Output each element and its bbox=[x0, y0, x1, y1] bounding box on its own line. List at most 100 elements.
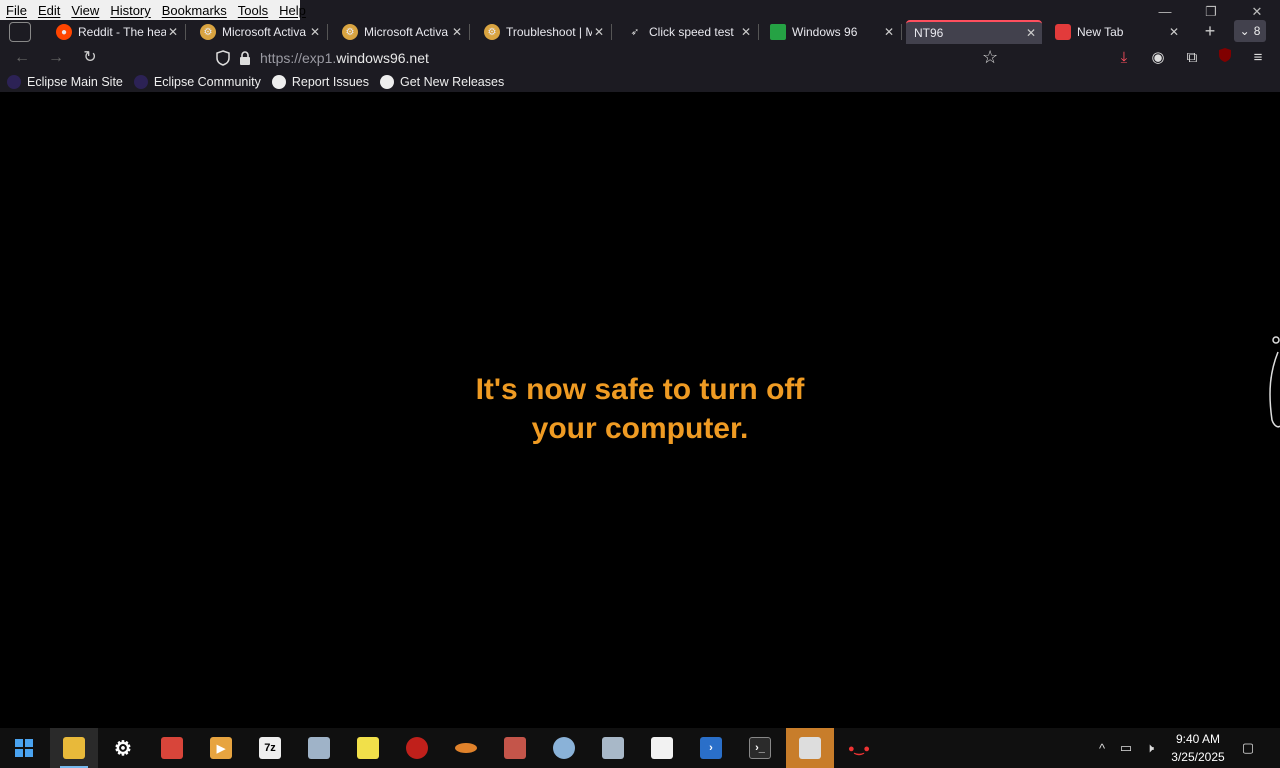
gear-icon: ⚙ bbox=[484, 24, 500, 40]
tab-microsoft-activation-1[interactable]: ⚙ Microsoft Activa ✕ bbox=[194, 20, 328, 44]
close-window-button[interactable]: ✕ bbox=[1234, 4, 1280, 20]
taskbar-app-red[interactable] bbox=[148, 728, 196, 768]
chevron-down-icon: ⌄ bbox=[1239, 24, 1250, 38]
close-icon[interactable]: ✕ bbox=[592, 25, 606, 39]
tab-title: Microsoft Activa bbox=[222, 25, 307, 39]
start-button[interactable] bbox=[0, 728, 48, 768]
tab-windows96[interactable]: Windows 96 ✕ bbox=[764, 20, 902, 44]
tab-count: 8 bbox=[1253, 24, 1261, 38]
tab-title: Microsoft Activa bbox=[364, 25, 449, 39]
new-tab-button[interactable]: + bbox=[1199, 21, 1221, 43]
bookmark-label: Report Issues bbox=[291, 74, 369, 89]
fish-icon bbox=[455, 743, 477, 753]
ublock-icon[interactable] bbox=[1213, 47, 1237, 71]
taskbar: ⚙ ▶ 7z › ›_ ●‿● ^ ▭ 🕨 9:40 AM 3/25/2025 … bbox=[0, 728, 1280, 768]
bookmark-star-icon[interactable]: ☆ bbox=[982, 47, 998, 68]
taskbar-app-crab[interactable] bbox=[491, 728, 539, 768]
red-ball-icon bbox=[406, 737, 428, 759]
settings-icon: ⚙ bbox=[114, 737, 132, 760]
bookmark-eclipse-community[interactable]: Eclipse Community bbox=[133, 74, 261, 89]
lock-icon[interactable] bbox=[238, 50, 252, 66]
network-icon[interactable]: ▭ bbox=[1116, 728, 1136, 768]
taskbar-file-explorer[interactable] bbox=[50, 728, 98, 768]
close-icon[interactable]: ✕ bbox=[1167, 25, 1181, 39]
bookmarks-toolbar: Eclipse Main Site Eclipse Community Repo… bbox=[0, 71, 1280, 92]
menu-file[interactable]: File bbox=[0, 3, 32, 18]
navigation-bar: ← → ↻ https://exp1. windows96.net ☆ ⤓ ◉ ⧉… bbox=[0, 44, 1280, 71]
cursor-icon: ➶ bbox=[630, 26, 640, 38]
notifications-icon[interactable]: ▢ bbox=[1236, 728, 1260, 768]
tab-click-speed-test[interactable]: ➶ Click speed test ✕ bbox=[621, 20, 759, 44]
close-icon[interactable]: ✕ bbox=[308, 25, 322, 39]
taskbar-powershell[interactable]: › bbox=[687, 728, 735, 768]
account-icon[interactable]: ◉ bbox=[1146, 47, 1170, 71]
taskbar-media-player[interactable]: ▶ bbox=[197, 728, 245, 768]
menu-history[interactable]: History bbox=[104, 3, 155, 18]
tab-strip: ● Reddit - The hea ✕ ⚙ Microsoft Activa … bbox=[0, 20, 1280, 44]
close-icon[interactable]: ✕ bbox=[739, 25, 753, 39]
url-bar[interactable]: https://exp1. windows96.net bbox=[208, 46, 1016, 70]
calculator-icon bbox=[308, 737, 330, 759]
app-calendar-icon bbox=[799, 737, 821, 759]
taskbar-clock[interactable]: 9:40 AM 3/25/2025 bbox=[1160, 730, 1236, 766]
taskbar-app-calendar[interactable] bbox=[786, 728, 834, 768]
taskbar-app-char[interactable]: ●‿● bbox=[835, 728, 883, 768]
menu-bookmarks[interactable]: Bookmarks bbox=[156, 3, 232, 18]
taskbar-settings[interactable]: ⚙ bbox=[99, 728, 147, 768]
tab-microsoft-activation-2[interactable]: ⚙ Microsoft Activa ✕ bbox=[336, 20, 470, 44]
taskbar-app-photo[interactable] bbox=[589, 728, 637, 768]
close-icon[interactable]: ✕ bbox=[450, 25, 464, 39]
tab-title: Reddit - The hea bbox=[78, 25, 166, 39]
shutdown-message-line1: It's now safe to turn off bbox=[475, 373, 805, 406]
taskbar-red-ball[interactable] bbox=[393, 728, 441, 768]
downloads-icon[interactable]: ⤓ bbox=[1112, 47, 1136, 71]
taskbar-calculator[interactable] bbox=[295, 728, 343, 768]
file-explorer-icon bbox=[63, 737, 85, 759]
menu-help[interactable]: Help bbox=[273, 3, 311, 18]
terminal-icon: ›_ bbox=[749, 737, 771, 759]
close-icon[interactable]: ✕ bbox=[882, 25, 896, 39]
github-icon bbox=[379, 74, 394, 89]
tab-reddit[interactable]: ● Reddit - The hea ✕ bbox=[50, 20, 186, 44]
back-button[interactable]: ← bbox=[10, 46, 34, 70]
tab-troubleshoot[interactable]: ⚙ Troubleshoot | M ✕ bbox=[478, 20, 612, 44]
reddit-icon: ● bbox=[56, 24, 72, 40]
7zip-icon: 7z bbox=[259, 737, 281, 759]
tray-overflow-chevron-icon[interactable]: ^ bbox=[1092, 728, 1112, 768]
tab-title: Click speed test bbox=[649, 25, 734, 39]
tab-new-tab[interactable]: New Tab ✕ bbox=[1049, 20, 1185, 44]
extensions-icon[interactable]: ⧉ bbox=[1180, 47, 1204, 71]
reload-button[interactable]: ↻ bbox=[78, 46, 102, 70]
tab-title: Windows 96 bbox=[792, 25, 858, 39]
taskbar-notepad[interactable] bbox=[638, 728, 686, 768]
notepad-icon bbox=[651, 737, 673, 759]
close-icon[interactable]: ✕ bbox=[1024, 26, 1038, 40]
url-domain: windows96.net bbox=[336, 50, 429, 66]
taskbar-7zip[interactable]: 7z bbox=[246, 728, 294, 768]
restore-button[interactable]: ❐ bbox=[1188, 4, 1234, 20]
close-icon[interactable]: ✕ bbox=[166, 25, 180, 39]
tab-nt96[interactable]: NT96 ✕ bbox=[906, 20, 1042, 44]
menu-tools[interactable]: Tools bbox=[232, 3, 273, 18]
menu-icon[interactable]: ≡ bbox=[1246, 47, 1270, 71]
forward-button[interactable]: → bbox=[44, 46, 68, 70]
app-disc-icon bbox=[553, 737, 575, 759]
shield-icon[interactable] bbox=[216, 50, 230, 66]
volume-muted-icon[interactable]: 🕨 bbox=[1140, 728, 1160, 768]
github-icon bbox=[271, 74, 286, 89]
eclipse-icon bbox=[7, 74, 21, 89]
minimize-button[interactable]: — bbox=[1142, 4, 1188, 20]
tab-list-button[interactable]: ⌄ 8 bbox=[1234, 20, 1266, 42]
taskbar-fish[interactable] bbox=[442, 728, 490, 768]
taskbar-terminal[interactable]: ›_ bbox=[736, 728, 784, 768]
menu-view[interactable]: View bbox=[65, 3, 104, 18]
bookmark-eclipse-main[interactable]: Eclipse Main Site bbox=[7, 74, 123, 89]
taskbar-spongebob[interactable] bbox=[344, 728, 392, 768]
menu-edit[interactable]: Edit bbox=[32, 3, 65, 18]
firefox-view-button[interactable] bbox=[9, 22, 31, 42]
taskbar-app-disc[interactable] bbox=[540, 728, 588, 768]
bookmark-label: Get New Releases bbox=[399, 74, 505, 89]
app-char-icon: ●‿● bbox=[847, 742, 871, 755]
bookmark-get-new-releases[interactable]: Get New Releases bbox=[379, 74, 505, 89]
bookmark-report-issues[interactable]: Report Issues bbox=[271, 74, 369, 89]
